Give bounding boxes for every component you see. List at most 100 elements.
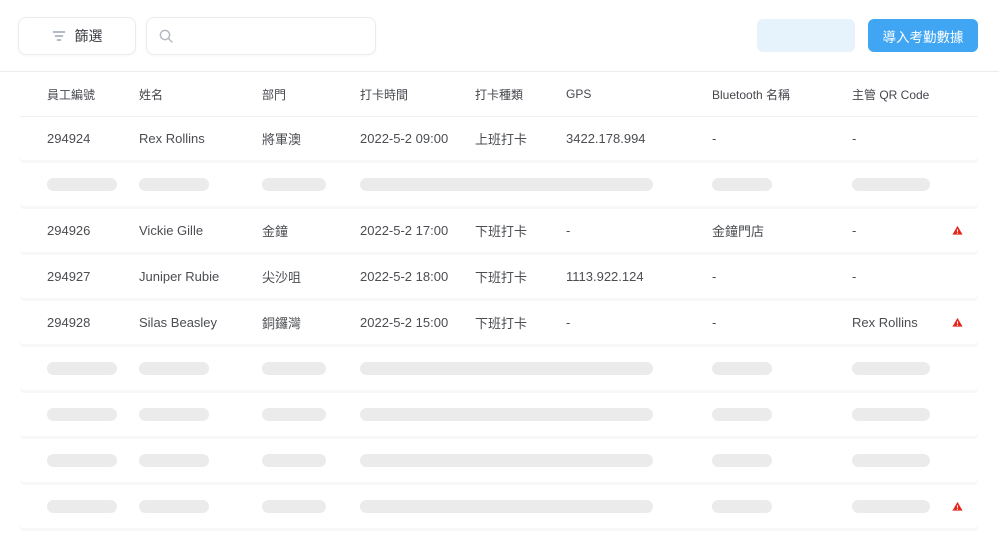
skeleton-bar — [139, 178, 209, 191]
skeleton-cell — [47, 408, 139, 421]
column-header-department: 部門 — [262, 87, 287, 102]
skeleton-cell — [712, 178, 852, 191]
filter-label: 篩選 — [74, 27, 103, 44]
cell-time: 2022-5-2 18:00 — [360, 269, 449, 284]
cell-clock-type: 下班打卡 — [475, 316, 528, 331]
skeleton-bar — [47, 454, 117, 467]
skeleton-cell — [360, 500, 712, 513]
table-row[interactable]: 294927 Juniper Rubie 尖沙咀 2022-5-2 18:00 下班打卡… — [20, 255, 978, 298]
cell-name: Rex Rollins — [139, 131, 205, 146]
warning-triangle-glyph — [952, 225, 963, 235]
skeleton-cell — [360, 362, 712, 375]
skeleton-bar — [852, 178, 930, 191]
skeleton-bar — [262, 362, 326, 375]
skeleton-bar — [262, 500, 326, 513]
skeleton-bar — [47, 178, 117, 191]
cell-bluetooth: - — [712, 131, 717, 146]
skeleton-bar — [712, 362, 772, 375]
table-row[interactable]: 294926 Vickie Gille 金鐘 2022-5-2 17:00 下班打卡 - 金… — [20, 209, 978, 252]
skeleton-cell — [712, 408, 852, 421]
skeleton-cell — [47, 454, 139, 467]
cell-gps: 3422.178.994 — [566, 131, 646, 146]
skeleton-bar — [47, 408, 117, 421]
cell-gps: - — [566, 315, 571, 330]
skeleton-bar — [712, 500, 772, 513]
cell-bluetooth: - — [712, 269, 717, 284]
toolbar-placeholder-chip — [757, 19, 855, 52]
skeleton-cell — [139, 500, 262, 513]
skeleton-cell — [852, 500, 952, 513]
skeleton-bar — [852, 362, 930, 375]
column-header-employee-id: 員工編號 — [47, 87, 96, 102]
cell-time: 2022-5-2 17:00 — [360, 223, 449, 238]
table-row[interactable]: 294924 Rex Rollins 將軍澳 2022-5-2 09:00 上班打卡 34… — [20, 117, 978, 160]
cell-name: Juniper Rubie — [139, 269, 220, 284]
skeleton-bar — [360, 454, 653, 467]
skeleton-cell — [360, 454, 712, 467]
cell-gps: - — [566, 223, 571, 238]
cell-time: 2022-5-2 09:00 — [360, 131, 449, 146]
toolbar: 篩選 導入考勤數據 — [0, 0, 999, 72]
skeleton-cell — [139, 454, 262, 467]
cell-name: Vickie Gille — [139, 223, 204, 238]
skeleton-cell — [139, 362, 262, 375]
filter-button[interactable]: 篩選 — [18, 16, 136, 55]
cell-qr: - — [852, 223, 857, 238]
cell-time: 2022-5-2 15:00 — [360, 315, 449, 330]
column-header-name: 姓名 — [139, 87, 164, 102]
skeleton-cell — [47, 500, 139, 513]
cell-name: Silas Beasley — [139, 315, 218, 330]
table-row-skeleton — [20, 393, 978, 436]
skeleton-cell — [852, 454, 952, 467]
import-attendance-button[interactable]: 導入考勤數據 — [868, 19, 978, 52]
table-row-skeleton — [20, 485, 978, 528]
skeleton-cell — [852, 408, 952, 421]
skeleton-bar — [712, 454, 772, 467]
skeleton-cell — [712, 454, 852, 467]
table-row[interactable]: 294928 Silas Beasley 銅鑼灣 2022-5-2 15:00 下班打卡… — [20, 301, 978, 344]
cell-employee-id: 294926 — [47, 223, 91, 238]
table-row-skeleton — [20, 439, 978, 482]
skeleton-cell — [47, 178, 139, 191]
column-header-clock-type: 打卡種類 — [475, 87, 524, 102]
table-row-skeleton — [20, 347, 978, 390]
filter-icon — [52, 30, 66, 42]
cell-qr: - — [852, 269, 857, 284]
skeleton-bar — [262, 408, 326, 421]
cell-department: 銅鑼灣 — [262, 316, 302, 331]
table-body: 294924 Rex Rollins 將軍澳 2022-5-2 09:00 上班打卡 34… — [20, 117, 978, 528]
warning-triangle-glyph — [952, 501, 963, 511]
skeleton-cell — [852, 178, 952, 191]
skeleton-bar — [139, 408, 209, 421]
warning-icon[interactable] — [952, 501, 978, 512]
warning-triangle-glyph — [952, 317, 963, 327]
skeleton-bar — [360, 178, 653, 191]
skeleton-bar — [852, 500, 930, 513]
skeleton-cell — [262, 454, 360, 467]
cell-clock-type: 下班打卡 — [475, 270, 528, 285]
search-input[interactable] — [181, 27, 364, 44]
skeleton-bar — [712, 178, 772, 191]
column-header-qr-code: 主管 QR Code — [852, 87, 930, 102]
skeleton-cell — [712, 500, 852, 513]
warning-icon[interactable] — [952, 317, 978, 328]
skeleton-bar — [712, 408, 772, 421]
skeleton-bar — [852, 454, 930, 467]
search-box[interactable] — [146, 16, 376, 55]
skeleton-bar — [360, 408, 653, 421]
cell-department: 金鐘 — [262, 224, 289, 239]
skeleton-cell — [360, 178, 712, 191]
cell-employee-id: 294927 — [47, 269, 91, 284]
skeleton-cell — [852, 362, 952, 375]
column-header-bluetooth-name: Bluetooth 名稱 — [712, 87, 791, 102]
cell-bluetooth: 金鐘門店 — [712, 224, 765, 239]
table-header: 員工編號 姓名 部門 打卡時間 打卡種類 GPS Bluetooth 名稱 主管… — [20, 72, 978, 117]
skeleton-cell — [262, 500, 360, 513]
skeleton-bar — [360, 500, 653, 513]
warning-icon[interactable] — [952, 225, 978, 236]
cell-department: 將軍澳 — [262, 132, 302, 147]
skeleton-cell — [139, 408, 262, 421]
skeleton-bar — [262, 454, 326, 467]
cell-clock-type: 上班打卡 — [475, 132, 528, 147]
skeleton-cell — [47, 362, 139, 375]
